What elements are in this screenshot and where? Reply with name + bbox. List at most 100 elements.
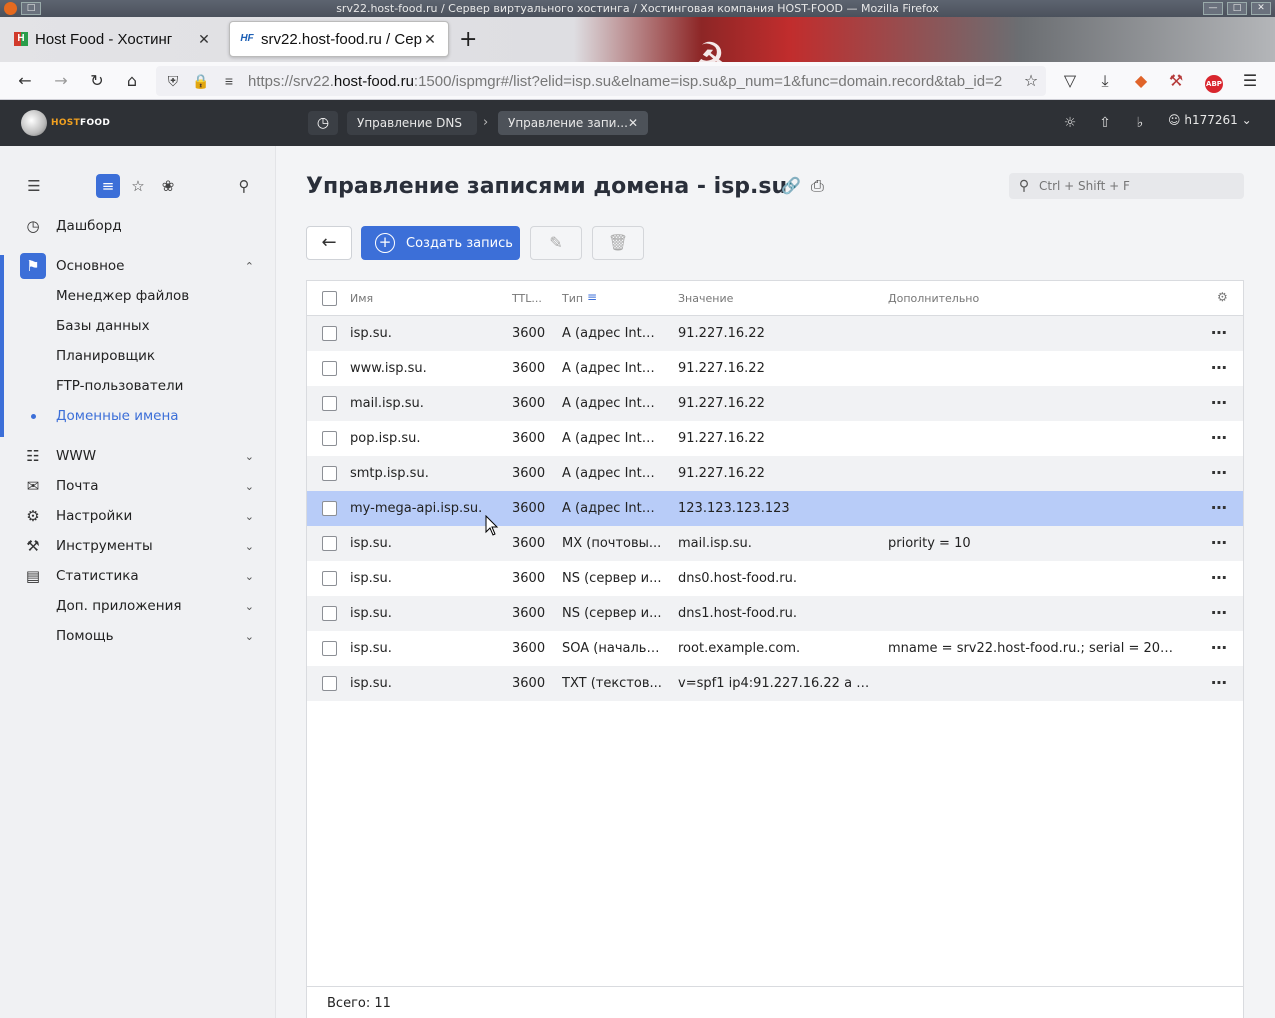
url-bar[interactable]: ⛨ 🔒 ≡ https://srv22.host-food.ru:1500/is… — [156, 66, 1046, 96]
row-actions-more-icon[interactable]: ⋯ — [1211, 491, 1228, 524]
table-row[interactable]: isp.su. 3600 TXT (текстов... v=spf1 ip4:91.… — [307, 666, 1243, 701]
bookmark-star-icon[interactable]: ☆ — [1018, 68, 1044, 94]
breadcrumb-close-icon[interactable]: ✕ — [628, 111, 638, 135]
delete-button[interactable]: 🗑 — [592, 226, 644, 260]
breadcrumb-records[interactable]: Управление запи... ✕ — [498, 111, 648, 135]
table-row[interactable]: my-mega-api.isp.su. 3600 A (адрес Inte... 1… — [307, 491, 1243, 526]
permissions-icon[interactable]: ≡ — [218, 73, 240, 89]
row-checkbox[interactable] — [322, 501, 337, 516]
table-row[interactable]: isp.su. 3600 SOA (начальн... root.example.c… — [307, 631, 1243, 666]
back-button[interactable]: ← — [306, 226, 352, 260]
sidebar-item-main[interactable]: ⚑ Основное ⌃ — [20, 251, 260, 281]
sidebar-item-dashboard[interactable]: ◷ Дашборд — [20, 211, 260, 241]
sidebar-item-mail[interactable]: ✉ Почта ⌄ — [20, 471, 260, 501]
row-actions-more-icon[interactable]: ⋯ — [1211, 561, 1228, 594]
row-checkbox[interactable] — [322, 571, 337, 586]
window-menu[interactable]: □ — [4, 2, 41, 15]
tab-close-icon[interactable]: ✕ — [196, 31, 212, 48]
sidebar-sub-file-manager[interactable]: Менеджер файлов — [56, 281, 189, 311]
row-checkbox[interactable] — [322, 641, 337, 656]
search-field[interactable]: ⚲ — [1009, 173, 1244, 199]
table-row[interactable]: isp.su. 3600 NS (сервер и... dns0.host-food… — [307, 561, 1243, 596]
minimize-icon[interactable]: — — [1203, 2, 1223, 15]
row-actions-more-icon[interactable]: ⋯ — [1211, 596, 1228, 629]
firefox-icon[interactable] — [4, 2, 17, 15]
home-icon[interactable]: ⌂ — [119, 68, 145, 94]
favorites-star-icon[interactable]: ☆ — [126, 174, 150, 198]
table-row[interactable]: www.isp.su. 3600 A (адрес Inte... 91.227.16… — [307, 351, 1243, 386]
table-row[interactable]: smtp.isp.su. 3600 A (адрес Inte... 91.227.1… — [307, 456, 1243, 491]
table-row[interactable]: mail.isp.su. 3600 A (адрес Inte... 91.227.1… — [307, 386, 1243, 421]
row-actions-more-icon[interactable]: ⋯ — [1211, 421, 1228, 454]
row-actions-more-icon[interactable]: ⋯ — [1211, 631, 1228, 664]
sidebar-item-extra-apps[interactable]: Доп. приложения ⌄ — [20, 591, 260, 621]
row-actions-more-icon[interactable]: ⋯ — [1211, 351, 1228, 384]
sidebar-sub-scheduler[interactable]: Планировщик — [56, 341, 155, 371]
sidebar-sub-domains[interactable]: Доменные имена — [56, 401, 179, 431]
row-checkbox[interactable] — [322, 326, 337, 341]
new-tab-button[interactable]: + — [459, 27, 477, 52]
pocket-icon[interactable]: ▽ — [1057, 68, 1083, 94]
theme-sun-icon[interactable]: ☼ — [1060, 113, 1080, 133]
column-header-value[interactable]: Значение — [678, 292, 733, 305]
url-text[interactable]: https://srv22.host-food.ru:1500/ispmgr#/… — [248, 73, 1002, 90]
tab-close-icon[interactable]: ✕ — [422, 31, 438, 48]
close-window-icon[interactable]: ✕ — [1251, 2, 1271, 15]
sidebar-item-tools[interactable]: ⚒ Инструменты ⌄ — [20, 531, 260, 561]
sidebar-item-help[interactable]: Помощь ⌄ — [20, 621, 260, 651]
row-checkbox[interactable] — [322, 536, 337, 551]
lock-icon[interactable]: 🔒 — [190, 73, 212, 90]
row-actions-more-icon[interactable]: ⋯ — [1211, 526, 1228, 559]
browser-tab-1[interactable]: H Host Food - Хостинг ✕ — [4, 21, 222, 57]
column-header-extra[interactable]: Дополнительно — [888, 292, 979, 305]
row-checkbox[interactable] — [322, 361, 337, 376]
create-record-button[interactable]: + Создать запись — [361, 226, 520, 260]
back-icon[interactable]: ← — [12, 68, 38, 94]
column-header-type[interactable]: Тип — [562, 292, 583, 305]
extension-hammer-icon[interactable]: ⚒ — [1163, 68, 1189, 94]
maximize-icon[interactable]: □ — [1227, 2, 1247, 15]
row-checkbox[interactable] — [322, 466, 337, 481]
table-row[interactable]: isp.su. 3600 MX (почтовы... mail.isp.su. pri… — [307, 526, 1243, 561]
row-actions-more-icon[interactable]: ⋯ — [1211, 456, 1228, 489]
notifications-bell-icon[interactable]: ♭ — [1130, 113, 1150, 133]
search-input[interactable] — [1039, 179, 1229, 193]
reload-icon[interactable]: ↻ — [84, 68, 110, 94]
hamburger-menu-icon[interactable]: ☰ — [1237, 68, 1263, 94]
sidebar-item-www[interactable]: ☷ WWW ⌄ — [20, 441, 260, 471]
row-checkbox[interactable] — [322, 676, 337, 691]
column-header-ttl[interactable]: TTL... — [512, 292, 542, 305]
sidebar-sub-databases[interactable]: Базы данных — [56, 311, 150, 341]
forward-icon[interactable]: → — [48, 68, 74, 94]
upload-icon[interactable]: ⇧ — [1095, 113, 1115, 133]
list-view-icon[interactable]: ≡ — [96, 174, 120, 198]
downloads-icon[interactable]: ⤓ — [1092, 68, 1118, 94]
hostfood-logo[interactable]: HOSTFOOD — [21, 110, 110, 136]
row-checkbox[interactable] — [322, 396, 337, 411]
sidebar-search-icon[interactable]: ⚲ — [232, 174, 256, 198]
apps-icon[interactable]: ❀ — [156, 174, 180, 198]
edit-button[interactable]: ✎ — [530, 226, 582, 260]
link-icon[interactable]: 🔗 — [781, 176, 801, 195]
table-row[interactable]: isp.su. 3600 NS (сервер и... dns1.host-food… — [307, 596, 1243, 631]
sort-icon[interactable]: ≡ — [587, 290, 597, 304]
menu-toggle-icon[interactable]: ☰ — [22, 174, 46, 198]
select-all-checkbox[interactable] — [322, 291, 337, 306]
table-row[interactable]: pop.isp.su. 3600 A (адрес Inte... 91.227.16… — [307, 421, 1243, 456]
adblock-icon[interactable]: ABP — [1201, 68, 1227, 94]
dashboard-breadcrumb-icon[interactable]: ◷ — [308, 111, 338, 135]
table-row[interactable]: isp.su. 3600 A (адрес Inte... 91.227.16.22 ⋯ — [307, 316, 1243, 351]
row-checkbox[interactable] — [322, 431, 337, 446]
row-actions-more-icon[interactable]: ⋯ — [1211, 386, 1228, 419]
row-actions-more-icon[interactable]: ⋯ — [1211, 666, 1228, 699]
shield-icon[interactable]: ⛨ — [162, 73, 184, 90]
user-menu[interactable]: ☺ h177261 ⌄ — [1168, 113, 1252, 127]
row-actions-more-icon[interactable]: ⋯ — [1211, 316, 1228, 349]
column-header-name[interactable]: Имя — [350, 292, 373, 305]
export-icon[interactable]: ⎙ — [811, 176, 824, 196]
row-checkbox[interactable] — [322, 606, 337, 621]
breadcrumb-dns[interactable]: Управление DNS — [347, 111, 477, 135]
browser-tab-2[interactable]: HF srv22.host-food.ru / Серве ✕ — [229, 21, 449, 57]
sidebar-sub-ftp-users[interactable]: FTP-пользователи — [56, 371, 183, 401]
column-settings-gear-icon[interactable]: ⚙ — [1217, 290, 1228, 304]
